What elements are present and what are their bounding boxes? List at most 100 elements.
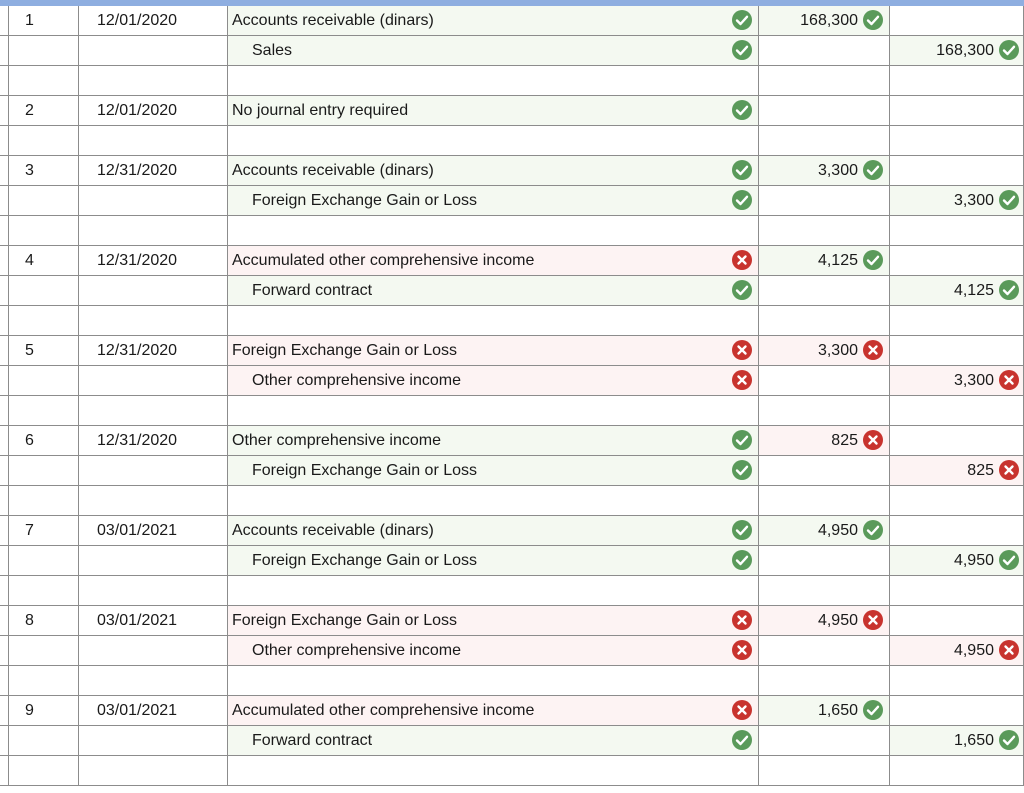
credit-field[interactable] (889, 6, 1024, 35)
entry-date[interactable] (78, 486, 227, 515)
entry-date[interactable]: 12/31/2020 (78, 246, 227, 275)
account-field[interactable]: Accounts receivable (dinars) (227, 516, 758, 545)
debit-field[interactable] (758, 546, 889, 575)
credit-field[interactable] (889, 396, 1024, 425)
credit-field[interactable] (889, 606, 1024, 635)
debit-field[interactable] (758, 126, 889, 155)
entry-date[interactable]: 12/31/2020 (78, 426, 227, 455)
credit-field[interactable]: 168,300 (889, 36, 1024, 65)
debit-field[interactable] (758, 396, 889, 425)
account-field[interactable] (227, 756, 758, 785)
account-field[interactable]: Foreign Exchange Gain or Loss (227, 336, 758, 365)
entry-date[interactable] (78, 576, 227, 605)
entry-date[interactable]: 12/31/2020 (78, 336, 227, 365)
credit-field[interactable] (889, 336, 1024, 365)
debit-field[interactable] (758, 96, 889, 125)
debit-field[interactable]: 4,950 (758, 606, 889, 635)
entry-date[interactable] (78, 306, 227, 335)
debit-field[interactable] (758, 66, 889, 95)
debit-field[interactable] (758, 756, 889, 785)
credit-field[interactable]: 1,650 (889, 726, 1024, 755)
entry-date[interactable]: 12/01/2020 (78, 96, 227, 125)
credit-field[interactable] (889, 126, 1024, 155)
account-field[interactable] (227, 66, 758, 95)
entry-date[interactable] (78, 36, 227, 65)
account-field[interactable]: Accounts receivable (dinars) (227, 6, 758, 35)
entry-date[interactable] (78, 456, 227, 485)
entry-date[interactable] (78, 636, 227, 665)
debit-field[interactable] (758, 456, 889, 485)
credit-field[interactable] (889, 426, 1024, 455)
debit-field[interactable] (758, 366, 889, 395)
credit-field[interactable] (889, 666, 1024, 695)
entry-date[interactable]: 03/01/2021 (78, 696, 227, 725)
entry-date[interactable] (78, 216, 227, 245)
debit-field[interactable] (758, 726, 889, 755)
entry-date[interactable] (78, 546, 227, 575)
debit-field[interactable]: 3,300 (758, 156, 889, 185)
credit-field[interactable] (889, 516, 1024, 545)
credit-field[interactable] (889, 216, 1024, 245)
account-field[interactable]: Foreign Exchange Gain or Loss (227, 456, 758, 485)
account-field[interactable]: Foreign Exchange Gain or Loss (227, 606, 758, 635)
entry-date[interactable]: 12/01/2020 (78, 6, 227, 35)
credit-field[interactable] (889, 246, 1024, 275)
debit-field[interactable] (758, 216, 889, 245)
account-field[interactable]: Other comprehensive income (227, 366, 758, 395)
debit-field[interactable]: 4,950 (758, 516, 889, 545)
account-field[interactable]: Other comprehensive income (227, 636, 758, 665)
entry-date[interactable] (78, 126, 227, 155)
entry-date[interactable]: 03/01/2021 (78, 606, 227, 635)
credit-field[interactable]: 4,125 (889, 276, 1024, 305)
account-field[interactable] (227, 666, 758, 695)
account-field[interactable]: Accounts receivable (dinars) (227, 156, 758, 185)
entry-date[interactable]: 12/31/2020 (78, 156, 227, 185)
credit-field[interactable] (889, 66, 1024, 95)
entry-date[interactable] (78, 756, 227, 785)
account-field[interactable]: Sales (227, 36, 758, 65)
credit-field[interactable] (889, 486, 1024, 515)
account-field[interactable]: Other comprehensive income (227, 426, 758, 455)
account-field[interactable]: Forward contract (227, 276, 758, 305)
entry-date[interactable]: 03/01/2021 (78, 516, 227, 545)
debit-field[interactable] (758, 36, 889, 65)
account-field[interactable] (227, 306, 758, 335)
debit-field[interactable] (758, 276, 889, 305)
account-field[interactable] (227, 126, 758, 155)
credit-field[interactable] (889, 696, 1024, 725)
entry-date[interactable] (78, 396, 227, 425)
debit-field[interactable]: 3,300 (758, 336, 889, 365)
debit-field[interactable] (758, 636, 889, 665)
credit-field[interactable]: 3,300 (889, 186, 1024, 215)
account-field[interactable]: Accumulated other comprehensive income (227, 246, 758, 275)
account-field[interactable]: Foreign Exchange Gain or Loss (227, 186, 758, 215)
entry-date[interactable] (78, 66, 227, 95)
debit-field[interactable] (758, 186, 889, 215)
entry-date[interactable] (78, 666, 227, 695)
entry-date[interactable] (78, 366, 227, 395)
debit-field[interactable]: 1,650 (758, 696, 889, 725)
debit-field[interactable]: 825 (758, 426, 889, 455)
account-field[interactable] (227, 576, 758, 605)
debit-field[interactable] (758, 576, 889, 605)
account-field[interactable]: Foreign Exchange Gain or Loss (227, 546, 758, 575)
credit-field[interactable] (889, 576, 1024, 605)
account-field[interactable]: No journal entry required (227, 96, 758, 125)
debit-field[interactable]: 168,300 (758, 6, 889, 35)
account-field[interactable] (227, 486, 758, 515)
debit-field[interactable] (758, 306, 889, 335)
entry-date[interactable] (78, 276, 227, 305)
credit-field[interactable]: 4,950 (889, 546, 1024, 575)
credit-field[interactable]: 4,950 (889, 636, 1024, 665)
account-field[interactable] (227, 216, 758, 245)
credit-field[interactable]: 3,300 (889, 366, 1024, 395)
account-field[interactable]: Forward contract (227, 726, 758, 755)
debit-field[interactable] (758, 486, 889, 515)
credit-field[interactable] (889, 96, 1024, 125)
entry-date[interactable] (78, 726, 227, 755)
credit-field[interactable] (889, 756, 1024, 785)
entry-date[interactable] (78, 186, 227, 215)
credit-field[interactable] (889, 306, 1024, 335)
account-field[interactable]: Accumulated other comprehensive income (227, 696, 758, 725)
credit-field[interactable] (889, 156, 1024, 185)
